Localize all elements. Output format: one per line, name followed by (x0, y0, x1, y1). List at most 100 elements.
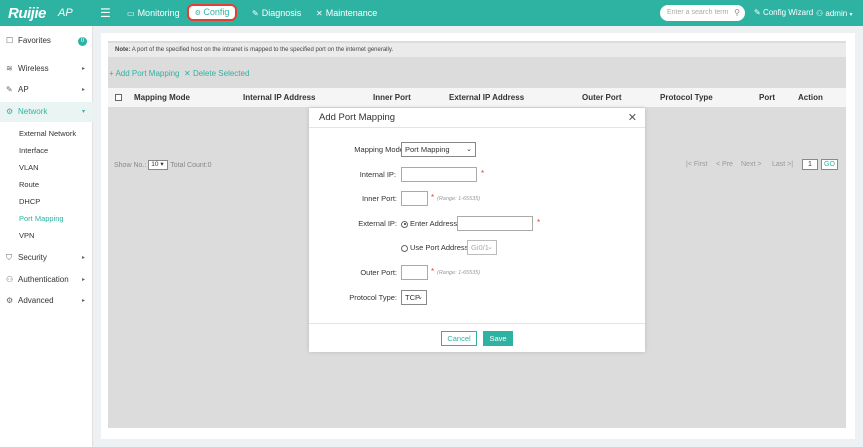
use-port-address-radio[interactable]: Use Port Address: (401, 243, 470, 252)
sidebar-sub-route[interactable]: Route (19, 180, 39, 189)
sidebar-sub-dhcp[interactable]: DHCP (19, 197, 40, 206)
pager-next-label: Next (741, 161, 756, 168)
required-mark: * (431, 267, 435, 276)
close-icon[interactable]: ✕ (628, 111, 637, 124)
sidebar-item-label: Favorites (18, 36, 51, 45)
product-name: AP (58, 7, 73, 19)
search-placeholder: Enter a search term (667, 9, 729, 16)
nav-diagnosis[interactable]: ✎ Diagnosis (252, 8, 301, 18)
sidebar-item-security[interactable]: ⛉ Security ▸ (0, 248, 93, 268)
outer-port-input[interactable] (401, 265, 428, 280)
sidebar-item-authentication[interactable]: ⚇ Authentication ▸ (0, 270, 93, 290)
outer-port-range-hint: (Range: 1-65535) (437, 270, 481, 276)
pager-summary: Show No.: 10 ▾ Total Count:0 (114, 160, 212, 170)
sidebar-item-ap[interactable]: ✎ AP ▸ (0, 80, 93, 100)
show-no-label: Show No.: (114, 161, 147, 169)
sidebar-item-wireless[interactable]: ≋ Wireless ▸ (0, 59, 93, 79)
column-header[interactable]: Internal IP Address (243, 93, 315, 102)
add-port-mapping-button[interactable]: + Add Port Mapping (109, 69, 180, 78)
use-port-address-label: Use Port Address: (410, 243, 471, 252)
sidebar-item-network[interactable]: ⚙ Network ▾ (0, 102, 93, 122)
divider (309, 127, 645, 128)
sidebar-sub-port-mapping[interactable]: Port Mapping (19, 214, 64, 223)
pager-first[interactable]: |< First (686, 161, 707, 168)
column-header[interactable]: Action (798, 93, 823, 102)
mapping-mode-label: Mapping Mode: (354, 145, 406, 154)
sidebar-item-label: AP (18, 85, 29, 94)
wifi-icon: ≋ (6, 64, 13, 73)
gear-icon: ⚙ (6, 296, 14, 305)
radio-unselected-icon (401, 244, 408, 252)
protocol-type-label: Protocol Type: (349, 293, 397, 302)
mapping-mode-value: Port Mapping (405, 145, 450, 154)
sidebar-sub-vlan[interactable]: VLAN (19, 163, 39, 172)
add-port-mapping-label: Add Port Mapping (115, 69, 180, 78)
mapping-mode-select[interactable]: Port Mapping ⌄ (401, 142, 476, 157)
network-icon: ⚙ (6, 107, 14, 116)
divider (309, 323, 645, 324)
pager-last[interactable]: Last >| (772, 161, 793, 168)
note-prefix: Note: (115, 47, 131, 53)
search-input[interactable]: Enter a search term ⚲ (660, 5, 745, 21)
wizard-icon: ✎ (754, 8, 761, 17)
save-button[interactable]: Save (483, 331, 513, 346)
favorites-icon: ☐ (6, 36, 14, 45)
sidebar-item-label: Wireless (18, 64, 49, 73)
pager-prev[interactable]: < Pre (716, 161, 733, 168)
inner-port-input[interactable] (401, 191, 428, 206)
page-size-select[interactable]: 10 ▾ (148, 160, 169, 170)
column-header[interactable]: External IP Address (449, 93, 524, 102)
go-button[interactable]: GO (821, 159, 838, 170)
port-address-select[interactable]: Gi0/1 ⌄ (467, 240, 497, 255)
external-address-input[interactable] (457, 216, 533, 231)
favorites-count-badge: 0 (78, 37, 87, 46)
sidebar-item-label: Network (18, 107, 48, 116)
brand-logo[interactable]: Ruijie (8, 5, 46, 22)
nav-diagnosis-label: Diagnosis (261, 8, 302, 18)
column-header[interactable]: Mapping Mode (134, 93, 190, 102)
outer-port-label: Outer Port: (360, 268, 397, 277)
sidebar-sub-external-network[interactable]: External Network (19, 129, 76, 138)
nav-maintenance[interactable]: ✕ Maintenance (316, 8, 377, 18)
page-number-input[interactable]: 1 (802, 159, 818, 170)
internal-ip-input[interactable] (401, 167, 477, 182)
user-auth-icon: ⚇ (6, 275, 14, 284)
column-header[interactable]: Port (759, 93, 775, 102)
total-count: Total Count:0 (170, 161, 212, 169)
pager-next[interactable]: Next > (741, 161, 761, 168)
user-name: admin (825, 9, 848, 18)
user-menu[interactable]: ⚇ admin ▾ (816, 9, 852, 18)
select-all-checkbox[interactable] (115, 94, 122, 101)
sidebar-item-advanced[interactable]: ⚙ Advanced ▸ (0, 291, 93, 311)
note-banner: Note: A port of the specified host on th… (108, 43, 846, 57)
column-header[interactable]: Inner Port (373, 93, 411, 102)
required-mark: * (481, 169, 485, 178)
sidebar-item-favorites[interactable]: ☐ Favorites 0 (0, 31, 93, 51)
plus-icon: + (109, 69, 114, 78)
column-header[interactable]: Outer Port (582, 93, 622, 102)
column-header[interactable]: Protocol Type (660, 93, 713, 102)
nav-monitoring[interactable]: ▭ Monitoring (127, 8, 180, 18)
chevron-right-icon: ▸ (81, 277, 85, 283)
nav-config[interactable]: ⚙ Config (187, 4, 237, 21)
protocol-type-select[interactable]: TCP ⌄ (401, 290, 427, 305)
sidebar-sub-vpn[interactable]: VPN (19, 231, 34, 240)
dialog-title: Add Port Mapping (319, 112, 396, 123)
delete-icon: ✕ (184, 69, 191, 78)
sidebar-sub-interface[interactable]: Interface (19, 146, 48, 155)
nav-maintenance-label: Maintenance (325, 8, 378, 18)
delete-selected-button[interactable]: ✕ Delete Selected (184, 69, 249, 78)
user-icon: ⚇ (816, 9, 824, 18)
shield-icon: ⛉ (6, 253, 12, 262)
config-icon: ⚙ (194, 10, 201, 17)
config-wizard-link[interactable]: ✎ Config Wizard (754, 8, 813, 17)
diagnosis-icon: ✎ (252, 9, 259, 18)
table-header: Mapping Mode Internal IP Address Inner P… (108, 88, 846, 107)
config-wizard-label: Config Wizard (762, 8, 814, 17)
cancel-button[interactable]: Cancel (441, 331, 477, 346)
inner-port-range-hint: (Range: 1-65535) (437, 196, 481, 202)
enter-address-radio[interactable]: Enter Address: (401, 219, 459, 228)
pager-last-label: Last (772, 161, 786, 168)
search-icon[interactable]: ⚲ (734, 5, 740, 21)
menu-toggle-icon[interactable]: ☰ (100, 6, 111, 20)
